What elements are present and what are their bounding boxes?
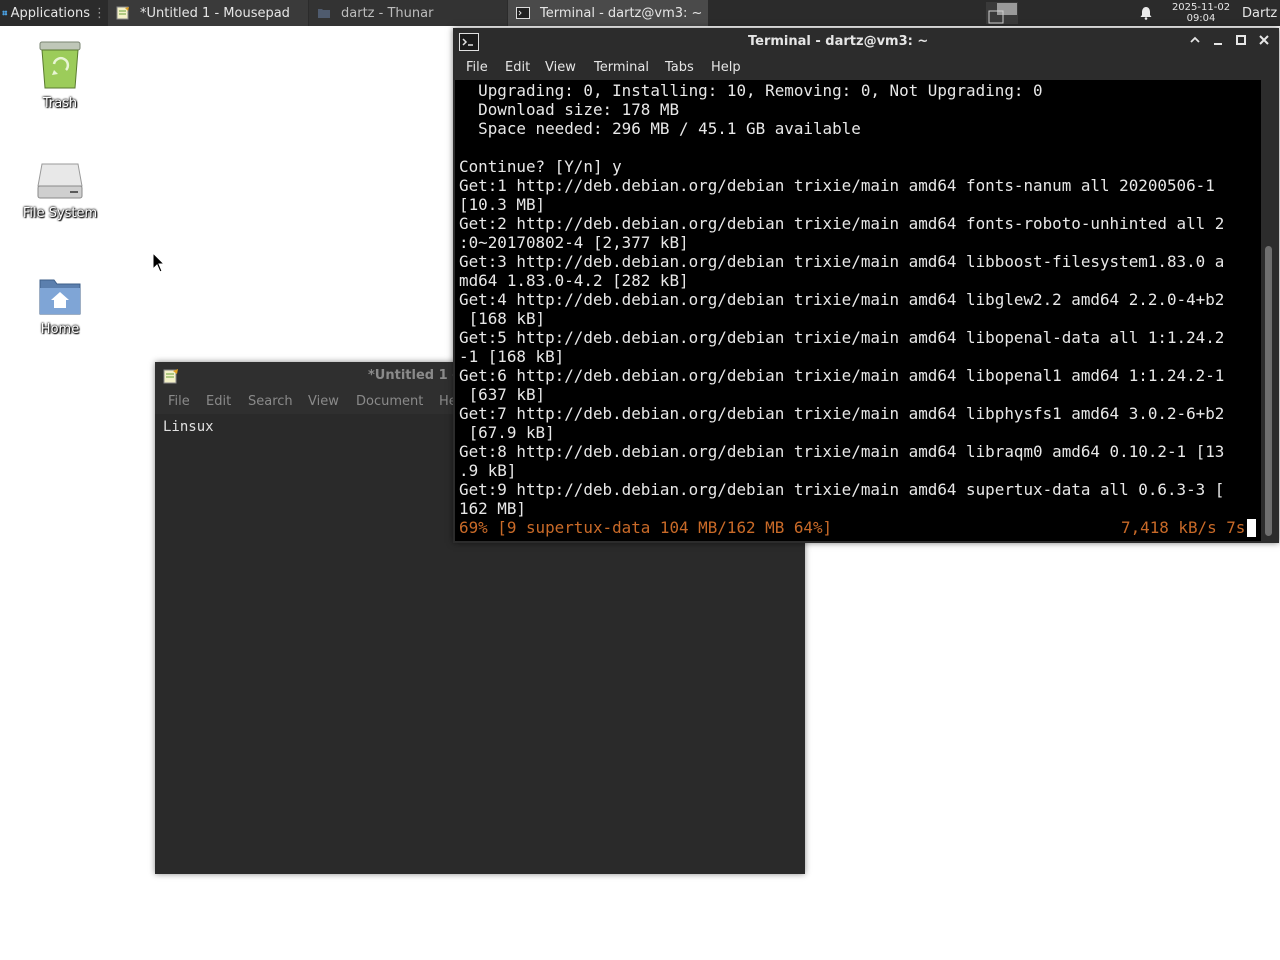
- maximize-button[interactable]: [1233, 34, 1249, 50]
- applications-menu-button[interactable]: Applications ⋮: [2, 0, 106, 26]
- xfce-logo-icon: [2, 10, 8, 16]
- shade-button[interactable]: [1187, 34, 1203, 50]
- user-menu[interactable]: Dartz: [1242, 0, 1280, 26]
- menu-view[interactable]: View: [308, 394, 339, 409]
- folder-icon: [318, 9, 330, 18]
- applications-label: Applications: [10, 5, 90, 21]
- notifications-button[interactable]: [1135, 0, 1157, 26]
- menu-edit[interactable]: Edit: [206, 394, 231, 409]
- download-rate-text: 7,418 kB/s 7s: [1121, 518, 1246, 537]
- bell-icon: [1140, 7, 1152, 20]
- panel-separator-icon: ⋮: [93, 5, 106, 21]
- terminal-menubar: File Edit View Terminal Tabs Help: [453, 56, 1279, 80]
- download-progress-text: 69% [9 supertux-data 104 MB/162 MB 64%]: [459, 518, 833, 537]
- hard-drive-icon: [37, 163, 83, 199]
- desktop-icon-filesystem[interactable]: File System: [10, 160, 110, 221]
- menu-view[interactable]: View: [545, 60, 576, 75]
- desktop-icon-label: Trash: [42, 96, 78, 111]
- editor-content: Linsux: [163, 419, 214, 435]
- minimize-button[interactable]: [1210, 34, 1226, 50]
- terminal-cursor: [1247, 519, 1256, 537]
- taskbar-item-mousepad[interactable]: *Untitled 1 - Mousepad: [108, 0, 308, 26]
- taskbar-item-label: Terminal - dartz@vm3: ~: [540, 5, 703, 21]
- close-icon: [1259, 35, 1269, 45]
- clock-time: 09:04: [1186, 13, 1216, 24]
- home-folder-icon: [39, 279, 81, 315]
- mouse-pointer-icon: [152, 252, 166, 273]
- terminal-icon: [516, 7, 530, 19]
- workspace-icon: [986, 2, 1018, 24]
- desktop-icon-label: Home: [40, 322, 80, 337]
- menu-search[interactable]: Search: [248, 394, 293, 409]
- menu-help[interactable]: Help: [711, 60, 741, 75]
- trash-icon: [39, 41, 81, 89]
- maximize-icon: [1236, 35, 1246, 45]
- terminal-window: Terminal - dartz@vm3: ~ File Edit View T…: [453, 28, 1279, 543]
- menu-document[interactable]: Document: [356, 394, 423, 409]
- terminal-output-text: Upgrading: 0, Installing: 10, Removing: …: [459, 81, 1225, 518]
- desktop-icon-home[interactable]: Home: [10, 276, 110, 337]
- user-name: Dartz: [1242, 5, 1278, 21]
- clock-date: 2025-11-02: [1171, 2, 1231, 13]
- taskbar-item-thunar[interactable]: dartz - Thunar: [309, 0, 507, 26]
- close-button[interactable]: [1256, 34, 1272, 50]
- terminal-icon: [459, 33, 479, 51]
- taskbar-item-label: *Untitled 1 - Mousepad: [140, 5, 290, 21]
- notepad-icon: [163, 369, 178, 384]
- menu-tabs[interactable]: Tabs: [665, 60, 694, 75]
- clock[interactable]: 2025-11-02 09:04: [1164, 0, 1238, 26]
- top-panel: Applications ⋮ *Untitled 1 - Mousepad da…: [0, 0, 1280, 26]
- desktop-icon-trash[interactable]: Trash: [10, 40, 110, 111]
- workspace-switcher[interactable]: [985, 0, 1025, 26]
- terminal-output: Upgrading: 0, Installing: 10, Removing: …: [459, 81, 1224, 537]
- menu-file[interactable]: File: [466, 60, 488, 75]
- menu-file[interactable]: File: [168, 394, 190, 409]
- taskbar-item-label: dartz - Thunar: [341, 5, 434, 21]
- chevron-up-icon: [1190, 36, 1200, 43]
- terminal-scrollbar-thumb[interactable]: [1265, 246, 1272, 536]
- menu-terminal[interactable]: Terminal: [594, 60, 649, 75]
- terminal-screen[interactable]: Upgrading: 0, Installing: 10, Removing: …: [455, 80, 1261, 541]
- terminal-titlebar[interactable]: Terminal - dartz@vm3: ~: [453, 28, 1279, 56]
- menu-edit[interactable]: Edit: [505, 60, 530, 75]
- desktop-icon-label: File System: [22, 206, 98, 221]
- taskbar-item-terminal[interactable]: Terminal - dartz@vm3: ~: [508, 0, 708, 26]
- minimize-icon: [1214, 43, 1222, 45]
- window-title: Terminal - dartz@vm3: ~: [748, 34, 929, 49]
- notepad-icon: [116, 6, 129, 20]
